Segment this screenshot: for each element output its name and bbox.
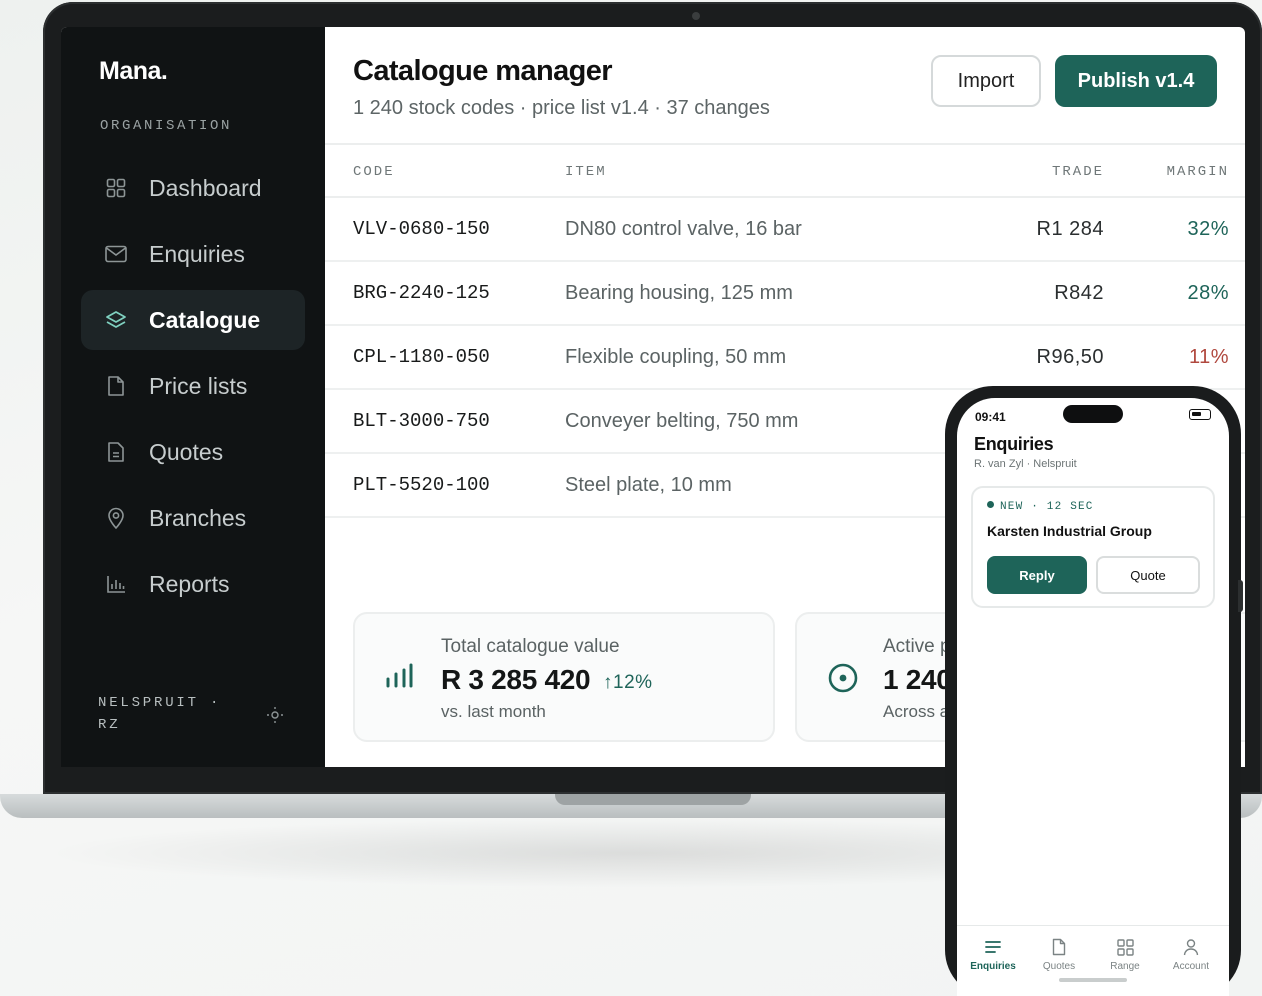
tab-enquiries[interactable]: Enquiries [959, 936, 1027, 972]
sidebar-item-reports[interactable]: Reports [81, 554, 305, 614]
stat-card-catalogue-value[interactable]: Total catalogue value R 3 285 420 ↑12% v… [353, 612, 775, 742]
cell-code: BRG-2240-125 [353, 282, 490, 304]
company-name: Karsten Industrial Group [987, 523, 1152, 539]
camera [692, 12, 700, 20]
phone-page-subtitle: R. van Zyl · Nelspruit [974, 458, 1077, 470]
sidebar-item-label: Quotes [149, 438, 224, 465]
page-title: Catalogue manager [353, 55, 613, 87]
document-icon [105, 441, 127, 463]
new-badge: NEW · 12 SEC [987, 501, 1094, 513]
cell-item: Steel plate, 10 mm [565, 474, 732, 496]
stat-value: 1 240 [883, 664, 952, 695]
import-button[interactable]: Import [931, 55, 1041, 107]
sidebar-item-label: Branches [149, 504, 247, 531]
sidebar-item-enquiries[interactable]: Enquiries [81, 224, 305, 284]
grid-icon [1091, 936, 1159, 958]
status-dot [987, 501, 994, 508]
sidebar-item-label: Dashboard [149, 174, 262, 201]
section-label: ORGANISATION [100, 118, 233, 134]
publish-button[interactable]: Publish v1.4 [1055, 55, 1217, 107]
cell-trade: R842 [1054, 282, 1104, 304]
sidebar-item-label: Price lists [149, 372, 248, 399]
cell-code: CPL-1180-050 [353, 346, 490, 368]
badge-text: NEW · 12 SEC [1000, 501, 1094, 513]
layers-icon [105, 309, 127, 331]
quote-button[interactable]: Quote [1096, 556, 1200, 594]
table-row[interactable]: VLV-0680-150 DN80 control valve, 16 bar … [325, 198, 1245, 262]
table-row[interactable]: CPL-1180-050 Flexible coupling, 50 mm R9… [325, 326, 1245, 390]
cell-code: PLT-5520-100 [353, 474, 490, 496]
brand-logo[interactable]: Mana. [99, 57, 168, 86]
cell-item: Conveyer belting, 750 mm [565, 410, 799, 432]
branch-line-2: RZ [98, 717, 121, 733]
phone-tab-bar: Enquiries Quotes Range Account [957, 925, 1229, 996]
cell-item: Bearing housing, 125 mm [565, 282, 793, 304]
map-pin-icon [105, 507, 127, 529]
table-row[interactable]: BRG-2240-125 Bearing housing, 125 mm R84… [325, 262, 1245, 326]
column-header-trade[interactable]: TRADE [1052, 164, 1104, 180]
mail-icon [105, 243, 127, 265]
signal-bars-icon [385, 662, 413, 695]
tab-label: Range [1110, 961, 1140, 972]
status-time: 09:41 [975, 410, 1006, 424]
battery-icon [1189, 409, 1211, 420]
file-icon [105, 375, 127, 397]
grid-icon [105, 177, 127, 199]
sidebar-item-dashboard[interactable]: Dashboard [81, 158, 305, 218]
cell-margin: 11% [1188, 346, 1229, 368]
reply-button[interactable]: Reply [987, 556, 1087, 594]
cell-margin: 32% [1187, 218, 1229, 240]
bar-chart-icon [105, 573, 127, 595]
stat-sub: vs. last month [441, 702, 546, 721]
column-header-code[interactable]: CODE [353, 164, 395, 180]
stat-delta: ↑12% [603, 672, 653, 693]
cell-trade: R1 284 [1036, 218, 1104, 240]
sidebar-nav: Dashboard Enquiries Catalogue Price list… [81, 158, 305, 620]
sidebar: Mana. ORGANISATION Dashboard Enquiries C… [61, 27, 325, 767]
tab-label: Enquiries [970, 961, 1016, 972]
stat-sub: Across a [883, 702, 950, 721]
sidebar-item-label: Catalogue [149, 306, 261, 333]
stat-label: Total catalogue value [441, 636, 620, 657]
tab-label: Quotes [1042, 961, 1076, 972]
laptop-notch [555, 794, 751, 805]
sidebar-item-branches[interactable]: Branches [81, 488, 305, 548]
tab-label: Account [1172, 961, 1210, 972]
branch-line-1: NELSPRUIT · [98, 695, 222, 711]
tab-range[interactable]: Range [1091, 936, 1159, 972]
phone-side-button [1238, 580, 1243, 612]
sidebar-item-quotes[interactable]: Quotes [81, 422, 305, 482]
file-icon [1025, 936, 1093, 958]
table-header: CODE ITEM TRADE MARGIN [325, 145, 1245, 198]
user-icon [1157, 936, 1225, 958]
stat-label: Active p [883, 636, 951, 657]
tab-account[interactable]: Account [1157, 936, 1225, 972]
stat-value: R 3 285 420 [441, 664, 591, 695]
column-header-margin[interactable]: MARGIN [1167, 164, 1229, 180]
column-header-item[interactable]: ITEM [565, 164, 607, 180]
sidebar-item-catalogue[interactable]: Catalogue [81, 290, 305, 350]
dynamic-island [1063, 405, 1123, 423]
cell-code: VLV-0680-150 [353, 218, 490, 240]
list-icon [959, 936, 1027, 958]
home-indicator [1059, 978, 1127, 982]
sidebar-item-label: Enquiries [149, 240, 245, 267]
tab-quotes[interactable]: Quotes [1025, 936, 1093, 972]
target-icon [827, 662, 859, 699]
sun-icon[interactable] [265, 705, 285, 730]
sidebar-item-price-lists[interactable]: Price lists [81, 356, 305, 416]
page-subtitle: 1 240 stock codes · price list v1.4 · 37… [353, 97, 770, 119]
phone-screen: 09:41 Enquiries R. van Zyl · Nelspruit N… [957, 398, 1229, 996]
cell-code: BLT-3000-750 [353, 410, 490, 432]
cell-item: Flexible coupling, 50 mm [565, 346, 787, 368]
cell-trade: R96,50 [1036, 346, 1104, 368]
sidebar-item-label: Reports [149, 570, 230, 597]
phone-page-title: Enquiries [974, 434, 1054, 454]
cell-margin: 28% [1187, 282, 1229, 304]
cell-item: DN80 control valve, 16 bar [565, 218, 802, 240]
branch-indicator: NELSPRUIT · RZ [98, 692, 238, 736]
enquiry-card[interactable]: NEW · 12 SEC Karsten Industrial Group Re… [971, 486, 1215, 608]
